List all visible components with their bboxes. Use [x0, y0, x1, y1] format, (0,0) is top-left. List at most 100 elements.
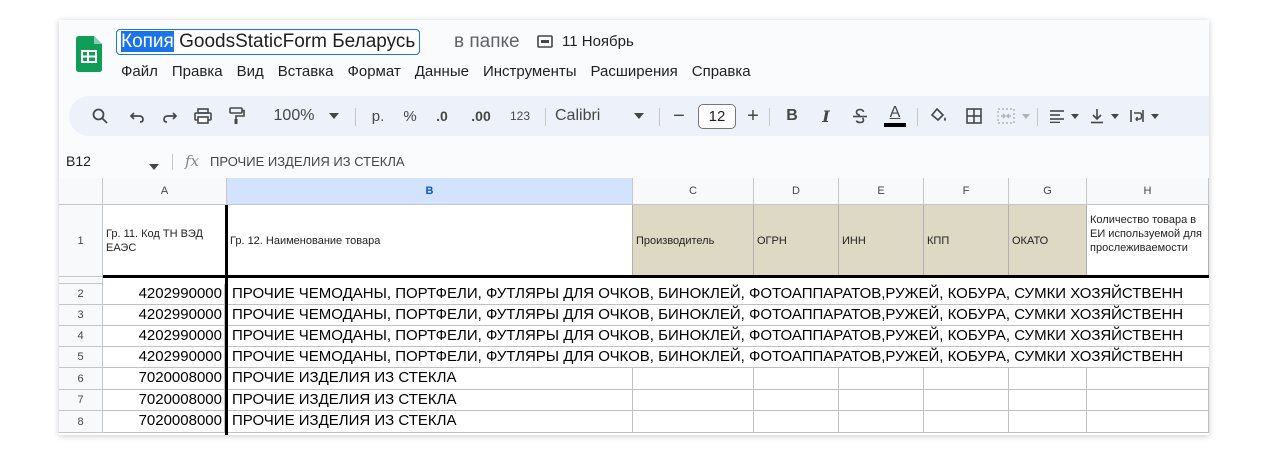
column-header-c[interactable]: C	[633, 178, 754, 205]
cell-code[interactable]: 7020008000	[103, 390, 225, 411]
undo-icon[interactable]	[124, 96, 150, 136]
cell-name[interactable]: ПРОЧИЕ ЧЕМОДАНЫ, ПОРТФЕЛИ, ФУТЛЯРЫ ДЛЯ О…	[228, 347, 1209, 368]
empty-cell[interactable]	[1087, 368, 1209, 390]
name-box-caret-icon[interactable]	[149, 157, 159, 175]
merge-caret-icon[interactable]	[1020, 96, 1032, 136]
cell-name[interactable]: ПРОЧИЕ ЧЕМОДАНЫ, ПОРТФЕЛИ, ФУТЛЯРЫ ДЛЯ О…	[228, 284, 1209, 305]
header-cell-quantity[interactable]: Количество товара в ЕИ используемой для …	[1087, 205, 1209, 277]
folder-icon[interactable]	[537, 35, 553, 48]
folder-name-link[interactable]: 11 Ноябрь	[562, 33, 634, 50]
currency-format-button[interactable]: р.	[365, 96, 391, 136]
zoom-caret-icon[interactable]	[327, 96, 341, 136]
formula-input[interactable]: ПРОЧИЕ ИЗДЕЛИЯ ИЗ СТЕКЛА	[210, 154, 405, 169]
menu-edit[interactable]: Правка	[165, 61, 230, 83]
empty-cell[interactable]	[1009, 390, 1087, 411]
column-header-h[interactable]: H	[1087, 178, 1209, 205]
cell-code[interactable]: 4202990000	[103, 326, 225, 347]
empty-cell[interactable]	[754, 411, 839, 433]
empty-cell[interactable]	[1087, 411, 1209, 433]
cell-name[interactable]: ПРОЧИЕ ЧЕМОДАНЫ, ПОРТФЕЛИ, ФУТЛЯРЫ ДЛЯ О…	[228, 305, 1209, 326]
cell-code[interactable]: 4202990000	[103, 305, 225, 326]
row-header-5[interactable]: 5	[59, 347, 103, 368]
row-header-4[interactable]: 4	[59, 326, 103, 347]
decrease-font-size-button[interactable]: −	[667, 96, 691, 136]
header-cell-okato[interactable]: ОКАТО	[1009, 205, 1087, 277]
empty-cell[interactable]	[924, 368, 1009, 390]
font-caret-icon[interactable]	[632, 96, 646, 136]
valign-caret-icon[interactable]	[1109, 96, 1121, 136]
header-cell-code[interactable]: Гр. 11. Код ТН ВЭД ЕАЭС	[103, 205, 227, 277]
empty-cell[interactable]	[754, 390, 839, 411]
column-header-a[interactable]: A	[103, 178, 227, 205]
borders-icon[interactable]	[961, 96, 987, 136]
empty-cell[interactable]	[924, 411, 1009, 433]
sheets-logo-icon[interactable]	[76, 36, 102, 72]
empty-cell[interactable]	[839, 368, 924, 390]
font-size-input[interactable]: 12	[698, 104, 736, 129]
row-header-3[interactable]: 3	[59, 305, 103, 326]
menu-insert[interactable]: Вставка	[271, 61, 341, 83]
menu-view[interactable]: Вид	[230, 61, 271, 83]
row-header-8[interactable]: 8	[59, 411, 103, 433]
print-icon[interactable]	[190, 96, 216, 136]
cell-name[interactable]: ПРОЧИЕ ИЗДЕЛИЯ ИЗ СТЕКЛА	[228, 368, 633, 390]
header-cell-ogrn[interactable]: ОГРН	[754, 205, 839, 277]
empty-cell[interactable]	[1009, 411, 1087, 433]
percent-format-button[interactable]: %	[399, 96, 421, 136]
cell-code[interactable]: 7020008000	[103, 368, 225, 390]
column-header-g[interactable]: G	[1009, 178, 1087, 205]
wrap-caret-icon[interactable]	[1149, 96, 1161, 136]
search-icon[interactable]	[87, 96, 113, 136]
row-header-1[interactable]: 1	[59, 205, 103, 277]
horizontal-align-icon[interactable]	[1045, 96, 1069, 136]
number-format-button[interactable]: 123	[506, 96, 534, 136]
name-box[interactable]: B12	[66, 153, 91, 169]
column-header-f[interactable]: F	[924, 178, 1009, 205]
cell-code[interactable]: 4202990000	[103, 347, 225, 368]
zoom-select[interactable]: 100%	[266, 96, 322, 136]
text-color-button[interactable]: A	[881, 96, 909, 136]
cell-code[interactable]: 4202990000	[103, 284, 225, 305]
row-header-6[interactable]: 6	[59, 368, 103, 390]
header-cell-inn[interactable]: ИНН	[839, 205, 924, 277]
decrease-decimals-button[interactable]: .0	[429, 96, 455, 136]
empty-cell[interactable]	[633, 368, 754, 390]
select-all-corner[interactable]	[59, 178, 103, 205]
row-header-2[interactable]: 2	[59, 284, 103, 305]
menu-file[interactable]: Файл	[114, 61, 165, 83]
empty-cell[interactable]	[839, 411, 924, 433]
cell-code[interactable]: 7020008000	[103, 411, 225, 433]
vertical-align-icon[interactable]	[1085, 96, 1109, 136]
increase-decimals-button[interactable]: .00	[466, 96, 496, 136]
paint-format-icon[interactable]	[224, 96, 250, 136]
empty-cell[interactable]	[924, 390, 1009, 411]
font-select[interactable]: Calibri	[555, 96, 635, 136]
document-title-input[interactable]: Копия GoodsStaticForm Беларусь	[116, 29, 421, 55]
column-header-d[interactable]: D	[754, 178, 839, 205]
merge-cells-icon[interactable]	[993, 96, 1019, 136]
column-header-e[interactable]: E	[839, 178, 924, 205]
row-header-7[interactable]: 7	[59, 390, 103, 411]
italic-button[interactable]: I	[813, 96, 839, 136]
empty-cell[interactable]	[839, 390, 924, 411]
header-cell-kpp[interactable]: КПП	[924, 205, 1009, 277]
menu-data[interactable]: Данные	[408, 61, 476, 83]
empty-cell[interactable]	[1009, 368, 1087, 390]
redo-icon[interactable]	[157, 96, 183, 136]
halign-caret-icon[interactable]	[1069, 96, 1081, 136]
column-header-b[interactable]: B	[227, 178, 633, 205]
fill-color-icon[interactable]	[926, 96, 952, 136]
header-cell-manufacturer[interactable]: Производитель	[633, 205, 754, 277]
cell-name[interactable]: ПРОЧИЕ ЧЕМОДАНЫ, ПОРТФЕЛИ, ФУТЛЯРЫ ДЛЯ О…	[228, 326, 1209, 347]
menu-tools[interactable]: Инструменты	[476, 61, 584, 83]
empty-cell[interactable]	[754, 368, 839, 390]
header-cell-name[interactable]: Гр. 12. Наименование товара	[227, 205, 633, 277]
empty-cell[interactable]	[633, 411, 754, 433]
cell-name[interactable]: ПРОЧИЕ ИЗДЕЛИЯ ИЗ СТЕКЛА	[228, 411, 633, 433]
cell-name[interactable]: ПРОЧИЕ ИЗДЕЛИЯ ИЗ СТЕКЛА	[228, 390, 633, 411]
menu-help[interactable]: Справка	[685, 61, 758, 83]
empty-cell[interactable]	[1087, 390, 1209, 411]
menu-format[interactable]: Формат	[340, 61, 407, 83]
strikethrough-icon[interactable]	[847, 96, 873, 136]
text-wrapping-icon[interactable]	[1125, 96, 1149, 136]
